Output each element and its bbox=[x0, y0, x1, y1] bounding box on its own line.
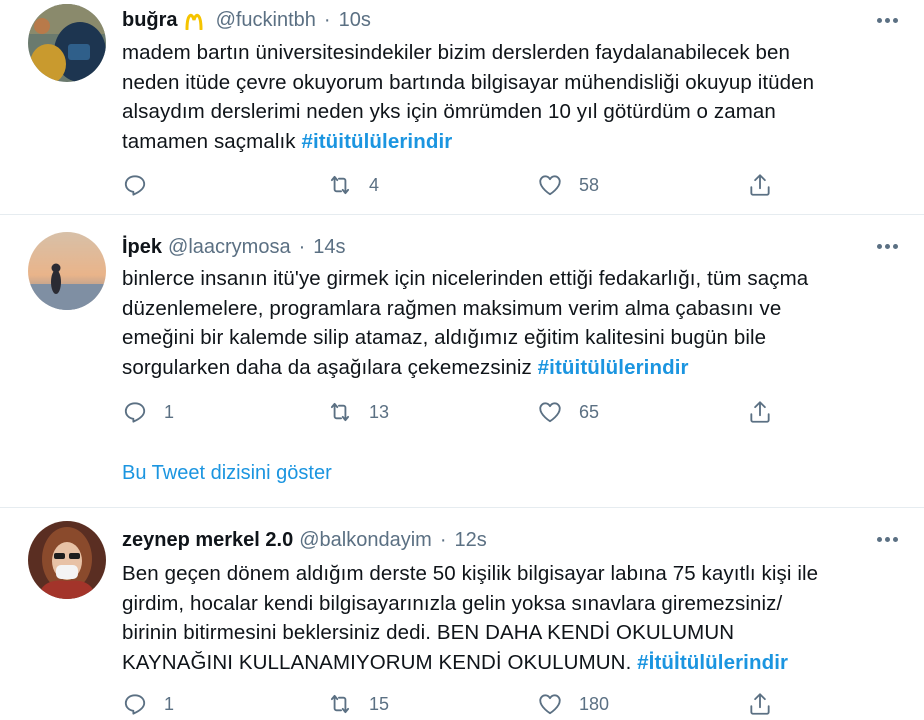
like-count: 180 bbox=[579, 693, 610, 714]
golden-arches-emoji-icon bbox=[184, 10, 210, 31]
tweet-text: binlerce insanın itü'ye girmek için nice… bbox=[122, 264, 902, 382]
tweet-text: madem bartın üniversitesindekiler bizim … bbox=[122, 38, 902, 156]
tweet-text: Ben geçen dönem aldığım derste 50 kişili… bbox=[122, 559, 902, 677]
like-count: 65 bbox=[579, 401, 600, 422]
tweet-text-segment: KAYNAĞINI KULLANAMIYORUM KENDİ OKULUMUN. bbox=[122, 650, 638, 674]
display-name[interactable]: buğra bbox=[122, 9, 178, 32]
display-name[interactable]: İpek bbox=[122, 236, 162, 259]
retweet-button[interactable]: 15 bbox=[327, 689, 389, 719]
tweet-text-line: alsaydım derslerimi neden yks için ömrüm… bbox=[122, 100, 776, 123]
tweet-text-line: Ben geçen dönem aldığım derste 50 kişili… bbox=[122, 562, 819, 585]
more-icon[interactable] bbox=[872, 236, 902, 256]
retweet-count: 4 bbox=[369, 174, 380, 195]
retweet-button[interactable]: 13 bbox=[327, 397, 389, 427]
display-name[interactable]: zeynep merkel 2.0 bbox=[122, 529, 293, 552]
retweet-icon bbox=[327, 691, 353, 717]
share-button[interactable] bbox=[747, 170, 773, 200]
tweet-text-line: emeğini bir kalemde silip atamaz, aldığı… bbox=[122, 326, 767, 349]
tweet-text-segment: tamamen saçmalık bbox=[122, 129, 302, 153]
share-icon bbox=[747, 399, 773, 425]
reply-count: 1 bbox=[164, 693, 175, 714]
user-handle[interactable]: @fuckintbh bbox=[216, 9, 316, 32]
reply-icon bbox=[122, 172, 148, 198]
separator-dot: · bbox=[323, 8, 331, 31]
avatar[interactable] bbox=[28, 232, 106, 310]
share-icon bbox=[747, 172, 773, 198]
tweet-text-line: tamamen saçmalık #itüitülülerindir bbox=[122, 127, 902, 157]
more-icon[interactable] bbox=[872, 10, 902, 30]
tweet-header: zeynep merkel 2.0 @balkondayim · 12s bbox=[122, 527, 487, 553]
share-button[interactable] bbox=[747, 689, 773, 719]
heart-icon bbox=[537, 399, 563, 425]
share-button[interactable] bbox=[747, 397, 773, 427]
separator-dot: · bbox=[439, 528, 447, 551]
tweet-text-line: binlerce insanın itü'ye girmek için nice… bbox=[122, 267, 809, 290]
tweet-text-line: KAYNAĞINI KULLANAMIYORUM KENDİ OKULUMUN.… bbox=[122, 648, 902, 678]
timestamp[interactable]: 14s bbox=[313, 236, 345, 259]
reply-button[interactable]: 1 bbox=[122, 397, 174, 427]
tweet-text-line: sorgularken daha da aşağılara çekemezsin… bbox=[122, 353, 902, 383]
share-icon bbox=[747, 691, 773, 717]
tweet-text-line: neden itüde çevre okuyorum bartında bilg… bbox=[122, 70, 815, 94]
heart-icon bbox=[537, 691, 563, 717]
timestamp[interactable]: 10s bbox=[339, 9, 371, 32]
like-button[interactable]: 58 bbox=[537, 170, 599, 200]
tweet-3[interactable]: zeynep merkel 2.0 @balkondayim · 12s Ben… bbox=[0, 508, 924, 720]
reply-count: 1 bbox=[164, 401, 175, 422]
retweet-button[interactable]: 4 bbox=[327, 170, 379, 200]
tweet-header: İpek @laacrymosa · 14s bbox=[122, 234, 346, 260]
reply-icon bbox=[122, 399, 148, 425]
tweet-text-line: girdim, hocalar kendi bilgisayarınızla g… bbox=[122, 591, 783, 615]
separator-dot: · bbox=[298, 235, 306, 258]
tweet-actions: 1 13 65 bbox=[122, 397, 782, 427]
tweet-1[interactable]: buğra @fuckintbh · 10s madem bartın üniv… bbox=[0, 0, 924, 215]
like-button[interactable]: 180 bbox=[537, 689, 609, 719]
like-button[interactable]: 65 bbox=[537, 397, 599, 427]
heart-icon bbox=[537, 172, 563, 198]
reply-icon bbox=[122, 691, 148, 717]
show-thread-link[interactable]: Bu Tweet dizisini göster bbox=[122, 462, 332, 485]
tweet-actions: 4 58 bbox=[122, 170, 782, 200]
user-handle[interactable]: @laacrymosa bbox=[168, 236, 291, 259]
retweet-icon bbox=[327, 172, 353, 198]
timestamp[interactable]: 12s bbox=[454, 529, 486, 552]
hashtag-link[interactable]: #İtüİtülülerindir bbox=[637, 651, 788, 674]
tweet-text-line: birinin bitirmesini beklersiniz dedi. BE… bbox=[122, 621, 735, 644]
avatar[interactable] bbox=[28, 521, 106, 599]
reply-button[interactable] bbox=[122, 170, 164, 200]
avatar[interactable] bbox=[28, 4, 106, 82]
tweet-2[interactable]: İpek @laacrymosa · 14s binlerce insanın … bbox=[0, 215, 924, 508]
tweet-header: buğra @fuckintbh · 10s bbox=[122, 7, 371, 33]
tweet-text-segment: sorgularken daha da aşağılara çekemezsin… bbox=[122, 355, 538, 379]
more-icon[interactable] bbox=[872, 529, 902, 549]
hashtag-link[interactable]: #itüitülülerindir bbox=[301, 130, 452, 153]
retweet-count: 15 bbox=[369, 693, 390, 714]
user-handle[interactable]: @balkondayim bbox=[299, 529, 432, 552]
retweet-icon bbox=[327, 399, 353, 425]
tweet-text-line: madem bartın üniversitesindekiler bizim … bbox=[122, 41, 791, 64]
tweet-actions: 1 15 180 bbox=[122, 689, 782, 719]
retweet-count: 13 bbox=[369, 401, 390, 422]
hashtag-link[interactable]: #itüitülülerindir bbox=[538, 356, 689, 379]
like-count: 58 bbox=[579, 174, 600, 195]
tweet-text-line: düzenlemelere, programlara rağmen maksim… bbox=[122, 296, 782, 320]
reply-button[interactable]: 1 bbox=[122, 689, 174, 719]
